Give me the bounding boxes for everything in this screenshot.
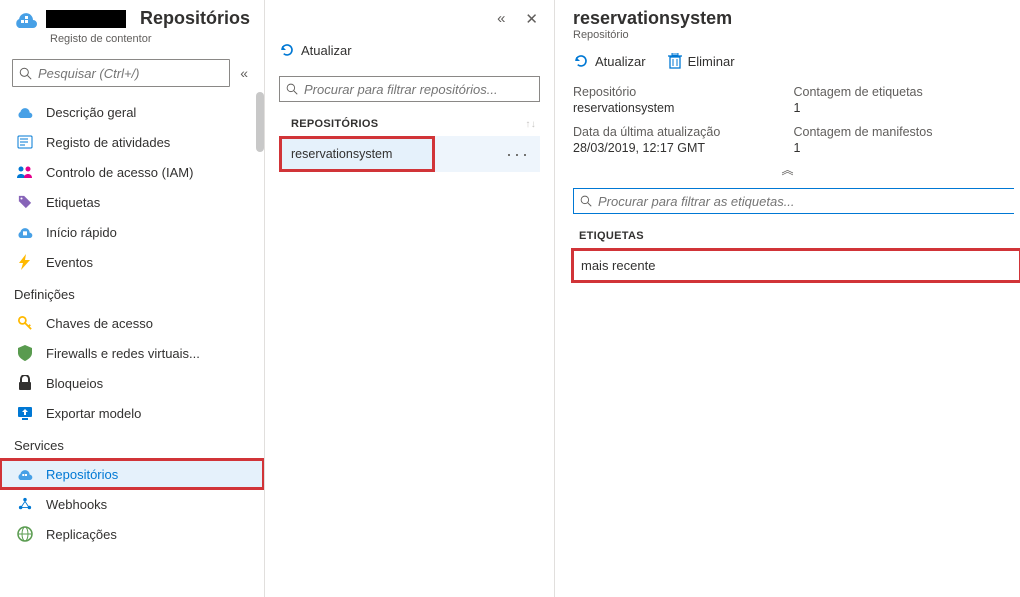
sidebar-collapse-toggle[interactable]: « [236,61,252,85]
tags-column-header[interactable]: ETIQUETAS [555,222,1020,250]
nav-item-iam[interactable]: Controlo de acesso (IAM) [0,157,264,187]
quickstart-icon [16,224,34,240]
tag-filter-input[interactable] [598,194,1008,209]
repositories-panel: « ✕ Atualizar REPOSITÓRIOS ↑↓ reservatio… [265,0,555,597]
repository-detail-panel: reservationsystem Repositório Atualizar … [555,0,1020,597]
refresh-label: Atualizar [301,43,352,58]
meta-tagcount-label: Contagem de etiquetas [794,85,1003,99]
meta-repo-label: Repositório [573,85,782,99]
nav-item-label: Controlo de acesso (IAM) [46,165,193,180]
nav-item-label: Webhooks [46,497,107,512]
search-icon [580,195,592,207]
nav-item-export[interactable]: Exportar modelo [0,398,264,428]
detail-subtitle: Repositório [573,29,1002,41]
nav-item-replications[interactable]: Replicações [0,519,264,549]
repositories-icon [16,466,34,482]
registry-name-redacted [46,10,126,28]
nav-item-label: Firewalls e redes virtuais... [46,346,200,361]
nav-item-tags[interactable]: Etiquetas [0,187,264,217]
sidebar-header: Repositórios [0,0,264,33]
detail-refresh-button[interactable]: Atualizar [573,53,646,69]
sidebar-scrollbar[interactable] [256,92,264,152]
sort-icon[interactable]: ↑↓ [525,119,536,130]
sidebar-title: Repositórios [134,8,250,29]
nav-item-events[interactable]: Eventos [0,247,264,277]
repo-row-name[interactable]: reservationsystem [279,136,435,172]
sidebar-search-input[interactable] [38,66,223,81]
detail-metadata: Repositório reservationsystem Contagem d… [555,81,1020,159]
refresh-icon [573,53,589,69]
meta-updated-label: Data da última atualização [573,125,782,139]
lock-icon [16,375,34,391]
nav-group-label-settings: Definições [0,277,264,308]
refresh-icon [279,42,295,58]
sidebar-search[interactable] [12,59,230,87]
meta-manifest-value: 1 [794,141,1003,155]
nav-item-label: Bloqueios [46,376,103,391]
sidebar: Repositórios Registo de contentor « Desc… [0,0,265,597]
refresh-label: Atualizar [595,54,646,69]
panel-close-button[interactable]: ✕ [521,6,542,32]
nav-item-label: Repositórios [46,467,118,482]
panel-minimize-button[interactable]: « [493,6,509,32]
repos-header-label: REPOSITÓRIOS [291,118,378,130]
search-icon [19,67,32,80]
nav-item-label: Registo de atividades [46,135,170,150]
search-icon [286,83,298,95]
key-icon [16,315,34,331]
nav-item-activity[interactable]: Registo de atividades [0,127,264,157]
nav-item-label: Eventos [46,255,93,270]
overview-icon [16,104,34,120]
globe-icon [16,526,34,542]
nav-item-label: Início rápido [46,225,117,240]
nav-item-firewall[interactable]: Firewalls e redes virtuais... [0,338,264,368]
container-registry-icon [14,9,38,29]
repo-filter-input[interactable] [304,82,533,97]
tag-item[interactable]: mais recente [573,250,1020,281]
repo-row-context-menu[interactable]: ··· [435,136,540,172]
repos-column-header[interactable]: REPOSITÓRIOS ↑↓ [265,110,554,136]
meta-manifest-label: Contagem de manifestos [794,125,1003,139]
meta-repo-value: reservationsystem [573,101,782,115]
nav-item-label: Replicações [46,527,117,542]
detail-collapse-toggle[interactable]: ︽ [555,159,1020,180]
activity-log-icon [16,134,34,150]
firewall-icon [16,345,34,361]
meta-tagcount-value: 1 [794,101,1003,115]
nav-item-webhooks[interactable]: Webhooks [0,489,264,519]
repo-row[interactable]: reservationsystem ··· [279,136,540,172]
detail-title: reservationsystem [573,8,1002,29]
refresh-button[interactable]: Atualizar [279,42,352,58]
events-icon [16,254,34,270]
sidebar-subtitle: Registo de contentor [0,33,264,53]
nav-item-overview[interactable]: Descrição geral [0,97,264,127]
nav-item-label: Descrição geral [46,105,136,120]
delete-icon [668,53,682,69]
tag-filter[interactable] [573,188,1014,214]
repo-filter[interactable] [279,76,540,102]
nav-item-label: Etiquetas [46,195,100,210]
delete-label: Eliminar [688,54,735,69]
iam-icon [16,164,34,180]
nav-group-label-services: Services [0,428,264,459]
nav-item-access-keys[interactable]: Chaves de acesso [0,308,264,338]
nav-item-repositories[interactable]: Repositórios [0,459,264,489]
meta-updated-value: 28/03/2019, 12:17 GMT [573,141,782,155]
nav-list: Descrição geral Registo de atividades Co… [0,97,264,597]
export-icon [16,405,34,421]
nav-item-label: Exportar modelo [46,406,141,421]
webhooks-icon [16,496,34,512]
nav-item-quickstart[interactable]: Início rápido [0,217,264,247]
nav-item-label: Chaves de acesso [46,316,153,331]
detail-delete-button[interactable]: Eliminar [668,53,735,69]
tag-icon [16,194,34,210]
nav-item-locks[interactable]: Bloqueios [0,368,264,398]
